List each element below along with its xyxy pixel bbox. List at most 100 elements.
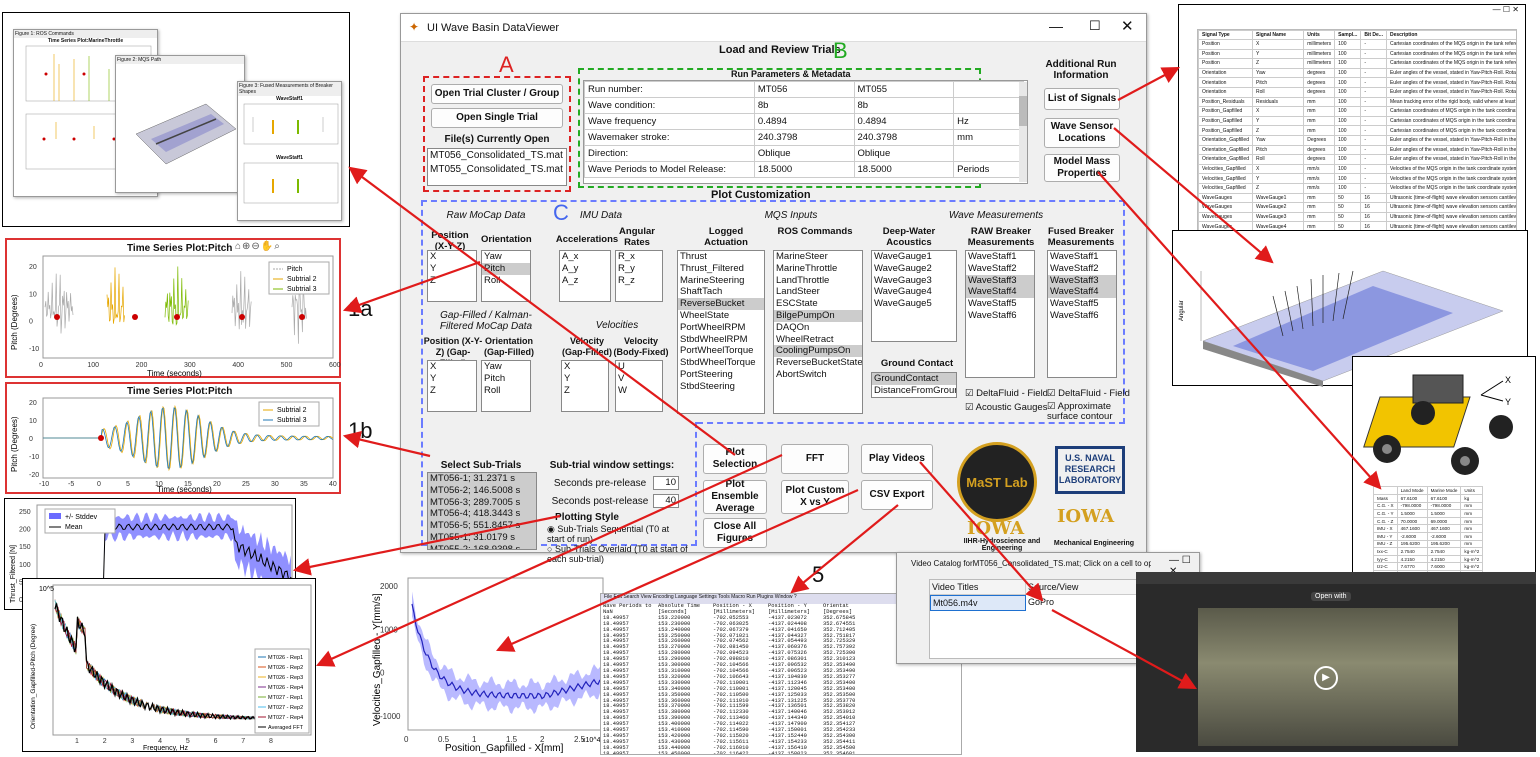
- table-row[interactable]: Orientation_Gapfilled Pitch degrees 100- Eul…: [1198, 144, 1516, 156]
- file-item[interactable]: MT055_Consolidated_TS.mat: [428, 163, 566, 177]
- list-item[interactable]: Z: [428, 385, 476, 397]
- open-single-button[interactable]: Open Single Trial: [431, 108, 563, 128]
- list-item[interactable]: WaveStaff3: [966, 274, 1034, 287]
- video-row-source[interactable]: GoPro: [1026, 595, 1056, 611]
- list-item[interactable]: WaveStaff5: [1048, 298, 1116, 310]
- delta-fluid-check[interactable]: ☑ DeltaFluid - Field: [965, 388, 1048, 399]
- delta-fluid2-check[interactable]: ☑ DeltaFluid - Field: [1047, 388, 1130, 399]
- list-item[interactable]: PortWheelRPM: [678, 322, 764, 334]
- list-item[interactable]: A_z: [560, 275, 610, 287]
- list-item[interactable]: Roll: [482, 385, 530, 397]
- file-item[interactable]: MT056_Consolidated_TS.mat: [428, 149, 566, 163]
- close-figures-button[interactable]: Close All Figures: [703, 518, 767, 548]
- table-row[interactable]: Orientation Pitch degrees 100- Euler angles …: [1198, 77, 1516, 88]
- list-item[interactable]: X: [428, 361, 476, 373]
- list-item[interactable]: R_x: [616, 251, 662, 263]
- list-item[interactable]: WaveStaff6: [1048, 310, 1116, 322]
- table-row[interactable]: Position Ymillimeters 100- Cartesian coordi…: [1198, 48, 1516, 60]
- list-item[interactable]: ReverseBucketState: [774, 357, 862, 369]
- list-item[interactable]: WaveStaff1: [1048, 251, 1116, 263]
- plot-selection-button[interactable]: Plot Selection: [703, 444, 767, 474]
- list-item[interactable]: ReverseBucket: [678, 298, 764, 310]
- list-item[interactable]: DAQOn: [774, 322, 862, 334]
- table-row[interactable]: WaveGauges WaveGauge3 mm 50 16 Ultrasonic (ti…: [1198, 211, 1516, 223]
- vel-gap-list[interactable]: XYZ: [561, 360, 609, 412]
- list-item[interactable]: W: [616, 385, 662, 397]
- list-item[interactable]: StbdWheelTorque: [678, 357, 764, 369]
- list-item[interactable]: CoolingPumpsOn: [774, 345, 862, 358]
- list-item[interactable]: Pitch: [482, 373, 530, 385]
- list-item[interactable]: WaveStaff4: [1048, 286, 1116, 299]
- ensemble-button[interactable]: Plot Ensemble Average: [703, 479, 767, 514]
- logged-list[interactable]: Thrust Thrust_Filtered MarineSteering Shaft…: [677, 250, 765, 414]
- list-item[interactable]: Y: [562, 373, 608, 385]
- table-row[interactable]: Wavemaker stroke: 240.3798 240.3798 mm: [584, 129, 1024, 146]
- table-row[interactable]: WaveGauges WaveGauge1 mm 50 16 Ultrasonic (ti…: [1198, 192, 1516, 204]
- accel-list[interactable]: A_x A_y A_z: [559, 250, 611, 302]
- list-item[interactable]: WaveStaff3: [1048, 274, 1116, 287]
- list-item[interactable]: Z: [562, 385, 608, 397]
- list-item[interactable]: A_y: [560, 263, 610, 275]
- ori-gap-list[interactable]: Yaw Pitch Roll: [481, 360, 531, 412]
- list-signals-button[interactable]: List of Signals: [1044, 88, 1120, 110]
- list-item[interactable]: MT056-1; 31.2371 s: [428, 473, 536, 485]
- list-item[interactable]: PortWheelTorque: [678, 345, 764, 357]
- post-release-input[interactable]: 40: [653, 494, 679, 508]
- close-icon[interactable]: ✕: [1121, 17, 1134, 35]
- files-list[interactable]: MT056_Consolidated_TS.mat MT055_Consolid…: [427, 148, 567, 186]
- table-row[interactable]: Velocities_Gapfilled Xmm/s 100- Velocities …: [1198, 163, 1516, 175]
- table-row[interactable]: Position_Gapfilled Xmm 100- Cartesian coord…: [1198, 106, 1516, 117]
- list-item[interactable]: DistanceFromGround: [872, 385, 956, 397]
- list-item[interactable]: Pitch: [482, 262, 530, 275]
- table-row[interactable]: Velocities_Gapfilled Zmm/s 100- Velocities …: [1198, 182, 1516, 194]
- list-item[interactable]: StbdWheelRPM: [678, 334, 764, 346]
- list-item[interactable]: WaveStaff2: [966, 263, 1034, 275]
- open-with-button[interactable]: Open with: [1311, 592, 1351, 601]
- list-item[interactable]: U: [616, 361, 662, 373]
- table-row[interactable]: Direction: Oblique Oblique: [584, 145, 1024, 162]
- list-item[interactable]: AbortSwitch: [774, 369, 862, 381]
- list-item[interactable]: Z: [428, 275, 476, 287]
- list-item[interactable]: Y: [428, 373, 476, 385]
- table-row[interactable]: Run number: MT056 MT055: [584, 81, 1024, 98]
- mass-properties-button[interactable]: Model Mass Properties: [1044, 154, 1120, 182]
- list-item[interactable]: WheelState: [678, 310, 764, 322]
- list-item[interactable]: WaveGauge2: [872, 263, 956, 275]
- list-item[interactable]: WaveGauge5: [872, 298, 956, 310]
- list-item[interactable]: WheelRetract: [774, 334, 862, 346]
- table-row[interactable]: Wave frequency 0.4894 0.4894 Hz: [584, 113, 1024, 130]
- list-item[interactable]: MarineSteer: [774, 251, 862, 263]
- table-row[interactable]: Velocities_Gapfilled Ymm/s 100- Velocities …: [1198, 173, 1516, 184]
- overlaid-radio[interactable]: ○ Sub-Trials Overlaid (T0 at start of ea…: [547, 544, 695, 564]
- vel-body-list[interactable]: UVW: [615, 360, 663, 412]
- fft-button[interactable]: FFT: [781, 444, 849, 474]
- list-item[interactable]: StbdSteering: [678, 381, 764, 393]
- table-row[interactable]: Orientation_Gapfilled Roll degrees 100- Eule…: [1198, 154, 1516, 165]
- ros-list[interactable]: MarineSteer MarineThrottle LandThrottle Lan…: [773, 250, 863, 414]
- pos-gap-list[interactable]: XYZ: [427, 360, 477, 412]
- raw-breaker-list[interactable]: WaveStaff1 WaveStaff2 WaveStaff3 WaveStaff4…: [965, 250, 1035, 378]
- list-item[interactable]: MT056-4; 418.3443 s: [428, 508, 536, 521]
- list-item[interactable]: Thrust: [678, 251, 764, 263]
- subtrials-list[interactable]: MT056-1; 31.2371 s MT056-2; 146.5008 s MT0…: [427, 472, 537, 550]
- list-item[interactable]: WaveGauge4: [872, 286, 956, 298]
- table-row[interactable]: Orientation_Gapfilled Yaw Degrees 100- Euler…: [1198, 134, 1516, 146]
- list-item[interactable]: MT055-2; 168.9398 s: [428, 543, 536, 549]
- list-item[interactable]: A_x: [560, 251, 610, 263]
- list-item[interactable]: MT056-3; 289.7005 s: [428, 496, 536, 509]
- list-item[interactable]: MT055-1; 31.0179 s: [428, 531, 536, 544]
- fused-breaker-list[interactable]: WaveStaff1 WaveStaff2 WaveStaff3 WaveStaff4…: [1047, 250, 1117, 378]
- run-params-scrollbar[interactable]: [1019, 82, 1027, 182]
- table-row[interactable]: WaveGauges WaveGauge2 mm 50 16 Ultrasonic (ti…: [1198, 202, 1516, 213]
- maximize-icon[interactable]: ☐: [1089, 18, 1101, 34]
- sequential-radio[interactable]: ◉ Sub-Trials Sequential (T0 at start of …: [547, 524, 677, 544]
- video-row-title[interactable]: Mt056.m4v: [930, 595, 1026, 611]
- list-item[interactable]: X: [428, 251, 476, 263]
- list-item[interactable]: ShaftTach: [678, 286, 764, 298]
- list-item[interactable]: MT056-2; 146.5008 s: [428, 484, 536, 497]
- table-row[interactable]: Orientation Yaw degrees 100- Euler angles of…: [1198, 67, 1516, 79]
- list-item[interactable]: X: [562, 361, 608, 373]
- pre-release-input[interactable]: 10: [653, 476, 679, 490]
- sensor-locations-button[interactable]: Wave Sensor Locations: [1044, 118, 1120, 148]
- position-list[interactable]: XYZ: [427, 250, 477, 302]
